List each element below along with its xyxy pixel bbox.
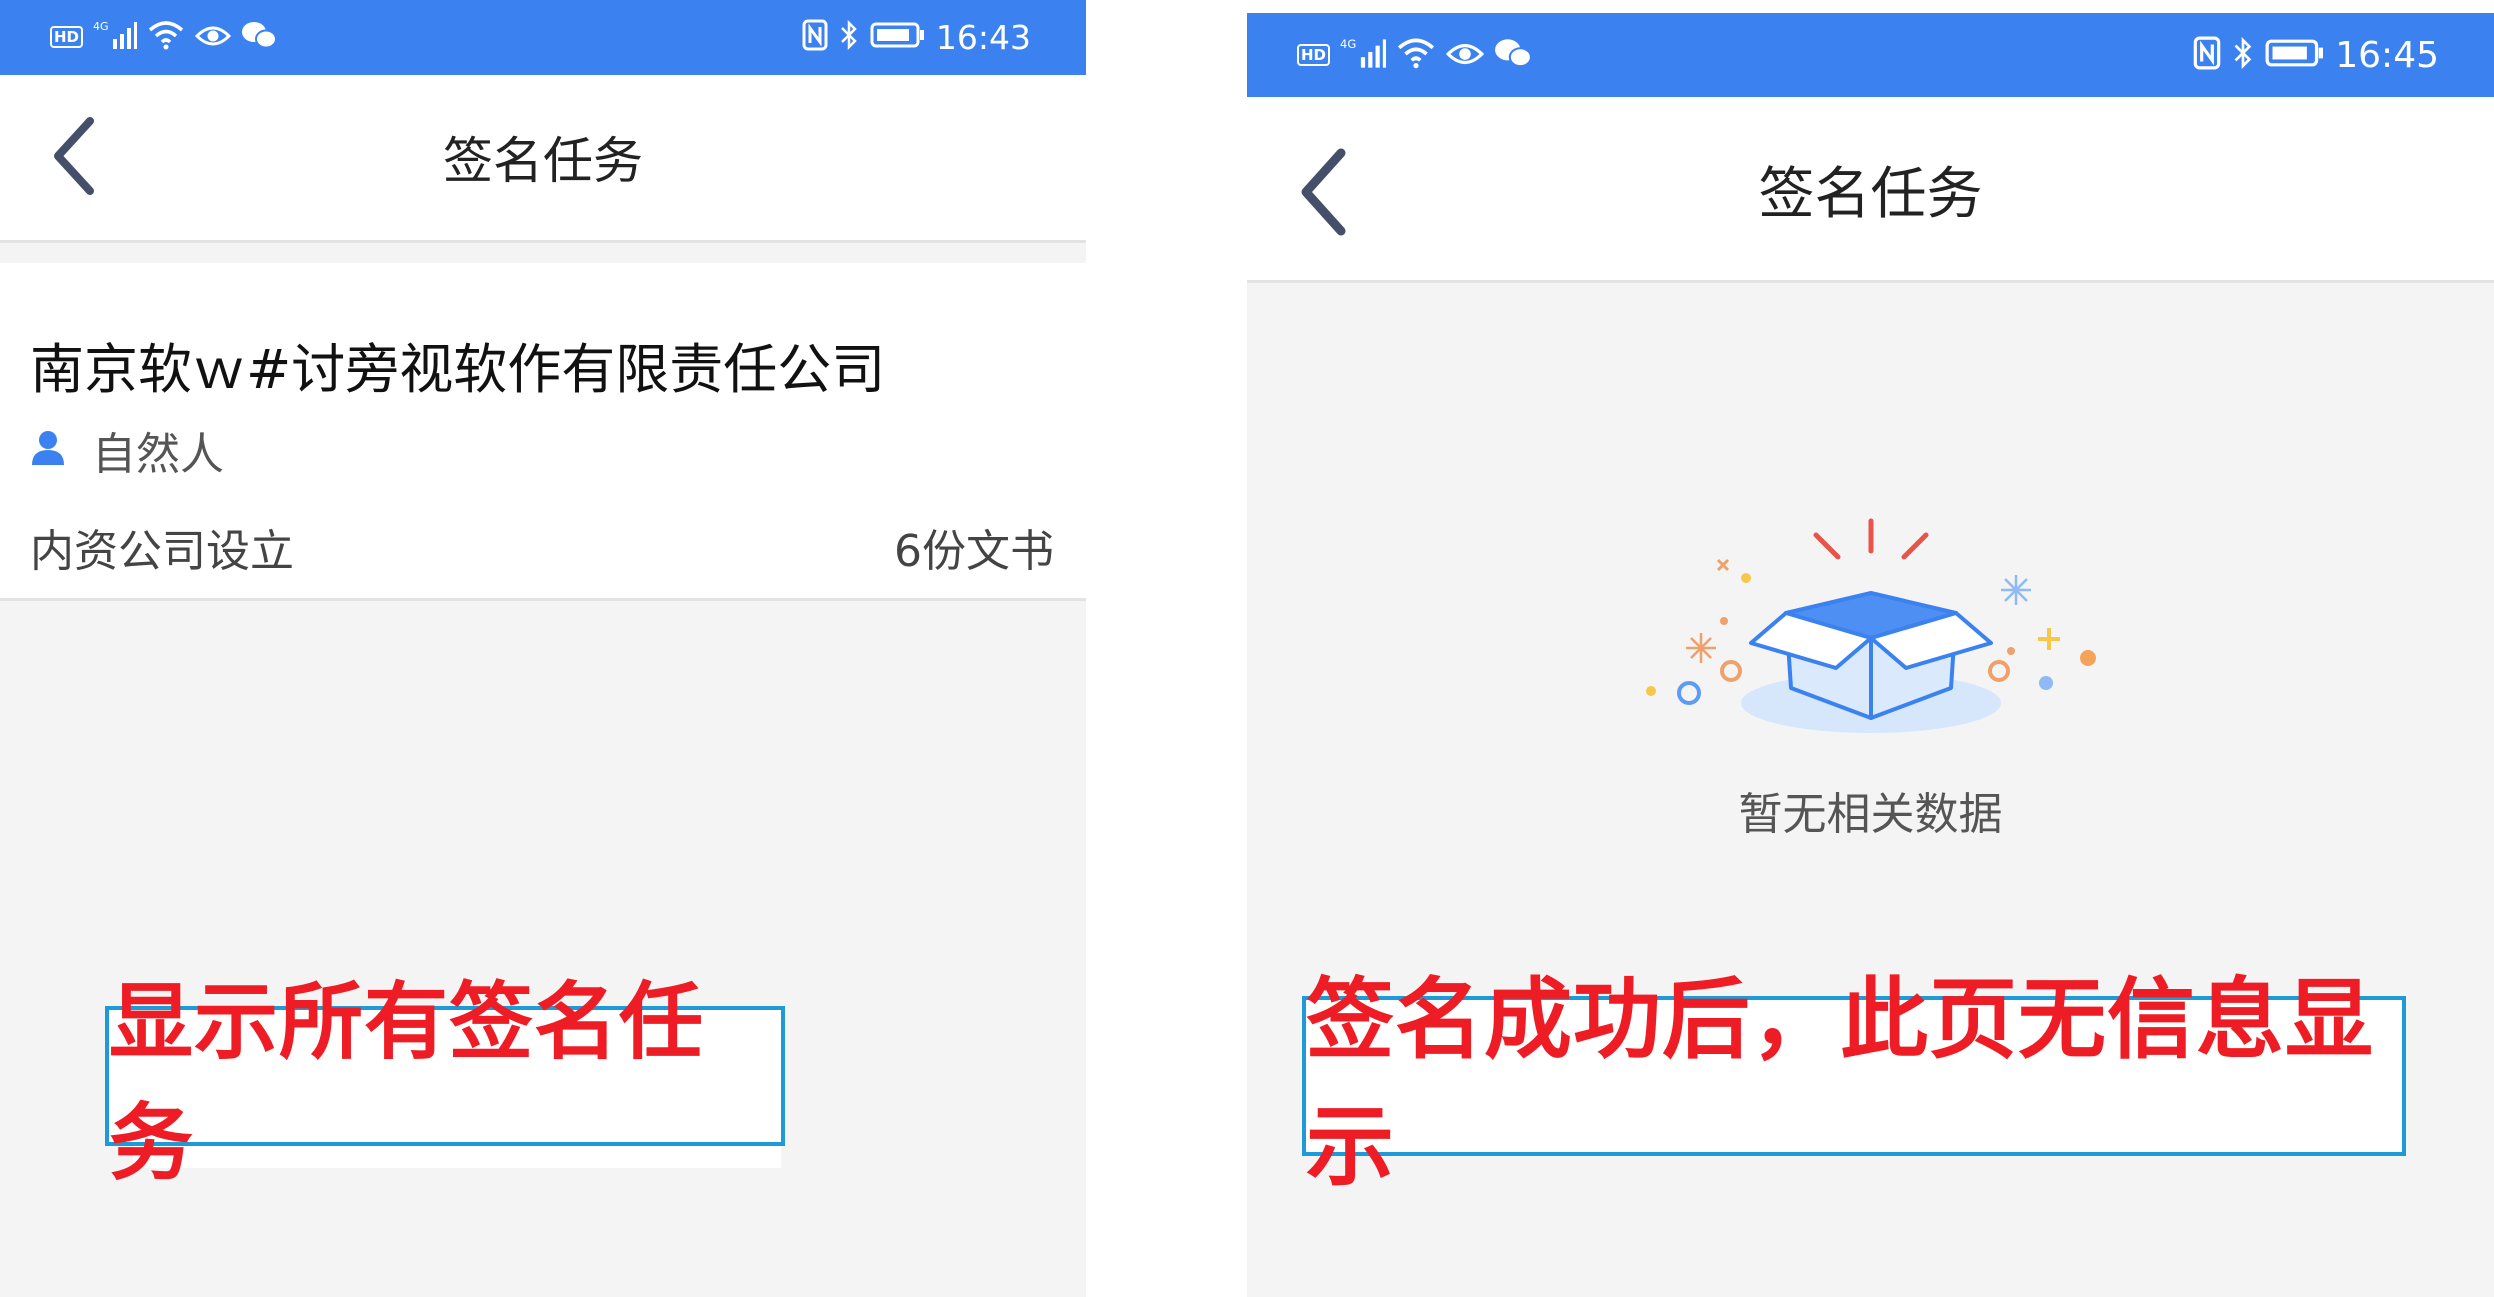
annotation-callout: 显示所有签名任务: [105, 973, 785, 1192]
eye-icon: [194, 21, 232, 53]
status-icons-right: 16:45: [2193, 33, 2439, 77]
bluetooth-icon: [840, 19, 858, 54]
status-bar: HD 4G 16:45: [1247, 13, 2494, 97]
company-name: 南京软ｗ#讨旁视软作有限责任公司: [30, 338, 886, 401]
signer-type: 自然人: [92, 429, 224, 480]
wechat-icon: [241, 20, 278, 54]
svg-text:4G: 4G: [93, 20, 109, 33]
empty-box-icon: [1645, 518, 2096, 733]
status-icons-left: HD 4G: [1297, 33, 1533, 77]
hd-icon: HD: [1297, 44, 1331, 66]
task-list-item[interactable]: 南京软ｗ#讨旁视软作有限责任公司 自然人 内资公司设立 6份文书: [0, 263, 1086, 601]
phone-screen-left: HD 4G 16:43 签名任务 南京软ｗ#讨旁视软作有限责任公司 自然人 内资…: [0, 0, 1086, 1297]
status-bar: HD 4G 16:43: [0, 0, 1086, 75]
hd-icon: HD: [50, 26, 84, 48]
empty-state: 暂无相关数据: [1247, 503, 2494, 840]
signal-icon: 4G: [1340, 36, 1387, 74]
signal-icon: 4G: [93, 19, 138, 55]
nfc-icon: [2193, 36, 2221, 74]
page-title: 签名任务: [1758, 162, 1983, 227]
empty-message: 暂无相关数据: [1738, 789, 2003, 840]
page-title: 签名任务: [443, 132, 643, 190]
business-type: 内资公司设立: [30, 526, 294, 577]
battery-icon: [2265, 39, 2324, 71]
navigation-bar: 签名任务: [0, 75, 1086, 243]
bluetooth-icon: [2233, 36, 2253, 73]
phone-screen-right: HD 4G 16:45 签名任务 暂无相关数据 签名成功后，此页无信息显示: [1247, 13, 2494, 1297]
wifi-icon: [1396, 37, 1436, 73]
navigation-bar: 签名任务: [1247, 97, 2494, 283]
wifi-icon: [147, 20, 185, 54]
status-icons-right: 16:43: [802, 16, 1031, 58]
nfc-icon: [802, 19, 828, 55]
document-count: 6份文书: [894, 526, 1054, 577]
svg-text:4G: 4G: [1340, 37, 1356, 51]
signer-type-row: 自然人: [30, 418, 224, 482]
eye-icon: [1445, 38, 1485, 72]
person-icon: [30, 429, 66, 471]
wechat-icon: [1494, 37, 1533, 73]
battery-icon: [870, 22, 924, 52]
clock: 16:43: [935, 17, 1031, 57]
annotation-callout: 签名成功后，此页无信息显示: [1302, 968, 2406, 1198]
clock: 16:45: [2335, 34, 2439, 76]
status-icons-left: HD 4G: [50, 16, 278, 58]
